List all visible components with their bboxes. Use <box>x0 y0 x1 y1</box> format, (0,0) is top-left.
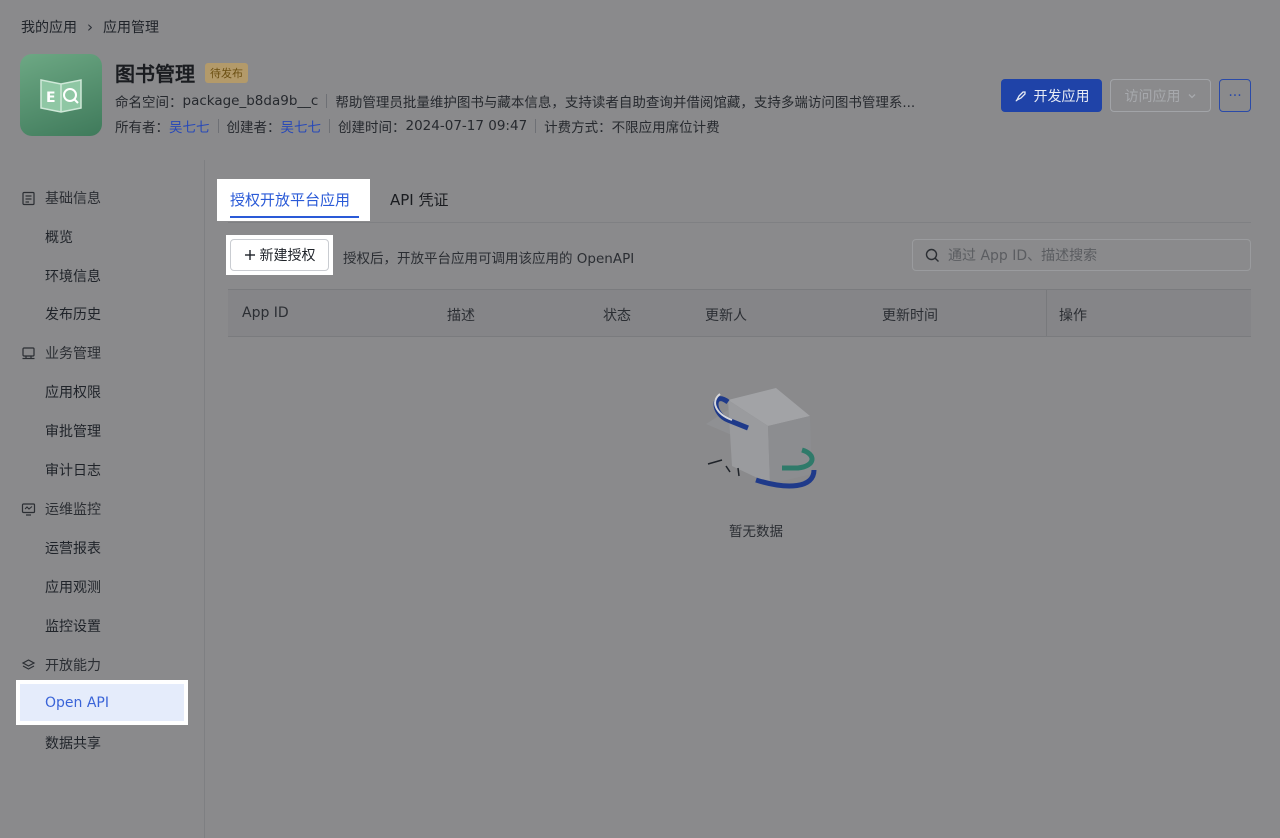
sidebar-item-label: Open API <box>20 684 184 721</box>
namespace-value: package_b8da9b__c <box>182 93 319 109</box>
created-label: 创建时间： <box>338 120 406 136</box>
column-header-updater: 更新人 <box>705 308 747 324</box>
tab-label: 授权开放平台应用 <box>230 191 351 209</box>
document-icon <box>22 191 35 205</box>
tab-authorize-apps[interactable]: 授权开放平台应用 <box>217 179 370 221</box>
sidebar-item-release-history[interactable]: 发布历史 <box>45 304 101 324</box>
book-search-icon: E <box>40 79 82 113</box>
sidebar-item-approvals[interactable]: 审批管理 <box>45 421 101 441</box>
divider <box>535 119 537 133</box>
search-icon <box>925 248 939 262</box>
divider <box>329 119 330 133</box>
column-header-description: 描述 <box>447 308 475 324</box>
creator-label: 创建者： <box>226 120 281 136</box>
empty-box-illustration <box>706 388 817 489</box>
search-input[interactable]: 通过 App ID、描述搜索 <box>912 239 1251 271</box>
sidebar-item-overview[interactable]: 概览 <box>45 227 73 247</box>
column-divider <box>1046 290 1047 336</box>
sidebar-item-audit-log[interactable]: 审计日志 <box>45 460 101 480</box>
sidebar-group-label: 基础信息 <box>45 191 101 207</box>
column-header-status: 状态 <box>603 308 631 324</box>
namespace-label: 命名空间： <box>115 95 183 111</box>
divider <box>326 94 328 108</box>
sidebar-group-label: 运维监控 <box>45 502 101 518</box>
visit-app-dropdown[interactable]: 访问应用 <box>1110 79 1211 112</box>
sidebar-group-label: 业务管理 <box>45 346 101 362</box>
authorization-hint: 授权后，开放平台应用可调用该应用的 OpenAPI <box>343 251 635 267</box>
sidebar-item-app-permissions[interactable]: 应用权限 <box>45 382 101 402</box>
new-authorization-highlight: 新建授权 <box>226 235 333 275</box>
more-icon: ··· <box>1228 87 1242 104</box>
sidebar-group-ops: 运维监控 <box>21 499 101 519</box>
app-name: 图书管理 <box>115 62 195 86</box>
creator-link[interactable]: 吴七七 <box>281 116 322 136</box>
rocket-icon <box>1015 90 1026 101</box>
billing-label: 计费方式： <box>544 120 612 136</box>
created-value: 2024-07-17 09:47 <box>405 118 528 134</box>
table-header: App ID 描述 状态 更新人 更新时间 操作 <box>228 289 1251 337</box>
tab-divider <box>228 222 1251 223</box>
develop-app-label: 开发应用 <box>1033 88 1090 105</box>
more-button[interactable]: ··· <box>1219 79 1251 112</box>
sidebar-group-open: 开放能力 <box>21 655 101 675</box>
plus-icon <box>244 250 255 260</box>
tab-api-credentials[interactable]: API 凭证 <box>390 189 449 210</box>
column-header-updated-time: 更新时间 <box>882 308 938 324</box>
new-authorization-label: 新建授权 <box>259 248 316 264</box>
billing-value: 不限应用席位计费 <box>611 120 720 136</box>
sidebar-item-observability[interactable]: 应用观测 <box>45 577 101 597</box>
chevron-down-icon <box>1188 93 1195 98</box>
search-placeholder: 通过 App ID、描述搜索 <box>948 248 1098 264</box>
app-description: 帮助管理员批量维护图书与藏本信息，支持读者自助查询并借阅馆藏，支持多端访问图书管… <box>335 95 916 111</box>
develop-app-button[interactable]: 开发应用 <box>1001 79 1102 112</box>
breadcrumb: 我的应用 › 应用管理 <box>21 17 159 37</box>
monitor-icon <box>21 502 36 516</box>
breadcrumb-current: 应用管理 <box>103 20 159 36</box>
owner-label: 所有者： <box>115 120 169 136</box>
app-meta-line2: 所有者： 吴七七 创建者： 吴七七 创建时间： 2024-07-17 09:47… <box>115 116 720 136</box>
tab-underline <box>230 216 359 218</box>
column-header-actions: 操作 <box>1059 308 1087 324</box>
owner-link[interactable]: 吴七七 <box>169 116 210 136</box>
sidebar-group-business: 业务管理 <box>21 343 101 363</box>
sidebar-item-monitor-settings[interactable]: 监控设置 <box>45 616 101 636</box>
sidebar-item-data-sharing[interactable]: 数据共享 <box>45 733 101 753</box>
app-meta-line1: 命名空间： package_b8da9b__c 帮助管理员批量维护图书与藏本信息… <box>115 91 965 111</box>
new-authorization-button[interactable]: 新建授权 <box>230 239 329 271</box>
briefcase-icon <box>22 346 35 359</box>
chevron-right-icon: › <box>87 18 93 36</box>
sidebar-group-label: 开放能力 <box>45 658 101 674</box>
sidebar-item-open-api[interactable]: Open API <box>16 680 188 725</box>
sidebar-group-basic: 基础信息 <box>21 188 101 208</box>
app-title-row: 图书管理 待发布 <box>115 58 248 87</box>
divider <box>217 119 219 133</box>
empty-state-text: 暂无数据 <box>729 524 783 540</box>
sidebar-divider <box>204 160 205 838</box>
app-logo: E <box>20 54 102 136</box>
svg-text:E: E <box>46 90 56 106</box>
visit-app-label: 访问应用 <box>1124 88 1181 105</box>
layers-icon <box>21 658 36 670</box>
column-header-app-id: App ID <box>242 305 289 321</box>
status-badge: 待发布 <box>205 62 248 83</box>
sidebar-item-environment[interactable]: 环境信息 <box>45 266 101 286</box>
sidebar-item-reports[interactable]: 运营报表 <box>45 538 101 558</box>
breadcrumb-parent[interactable]: 我的应用 <box>21 17 77 37</box>
